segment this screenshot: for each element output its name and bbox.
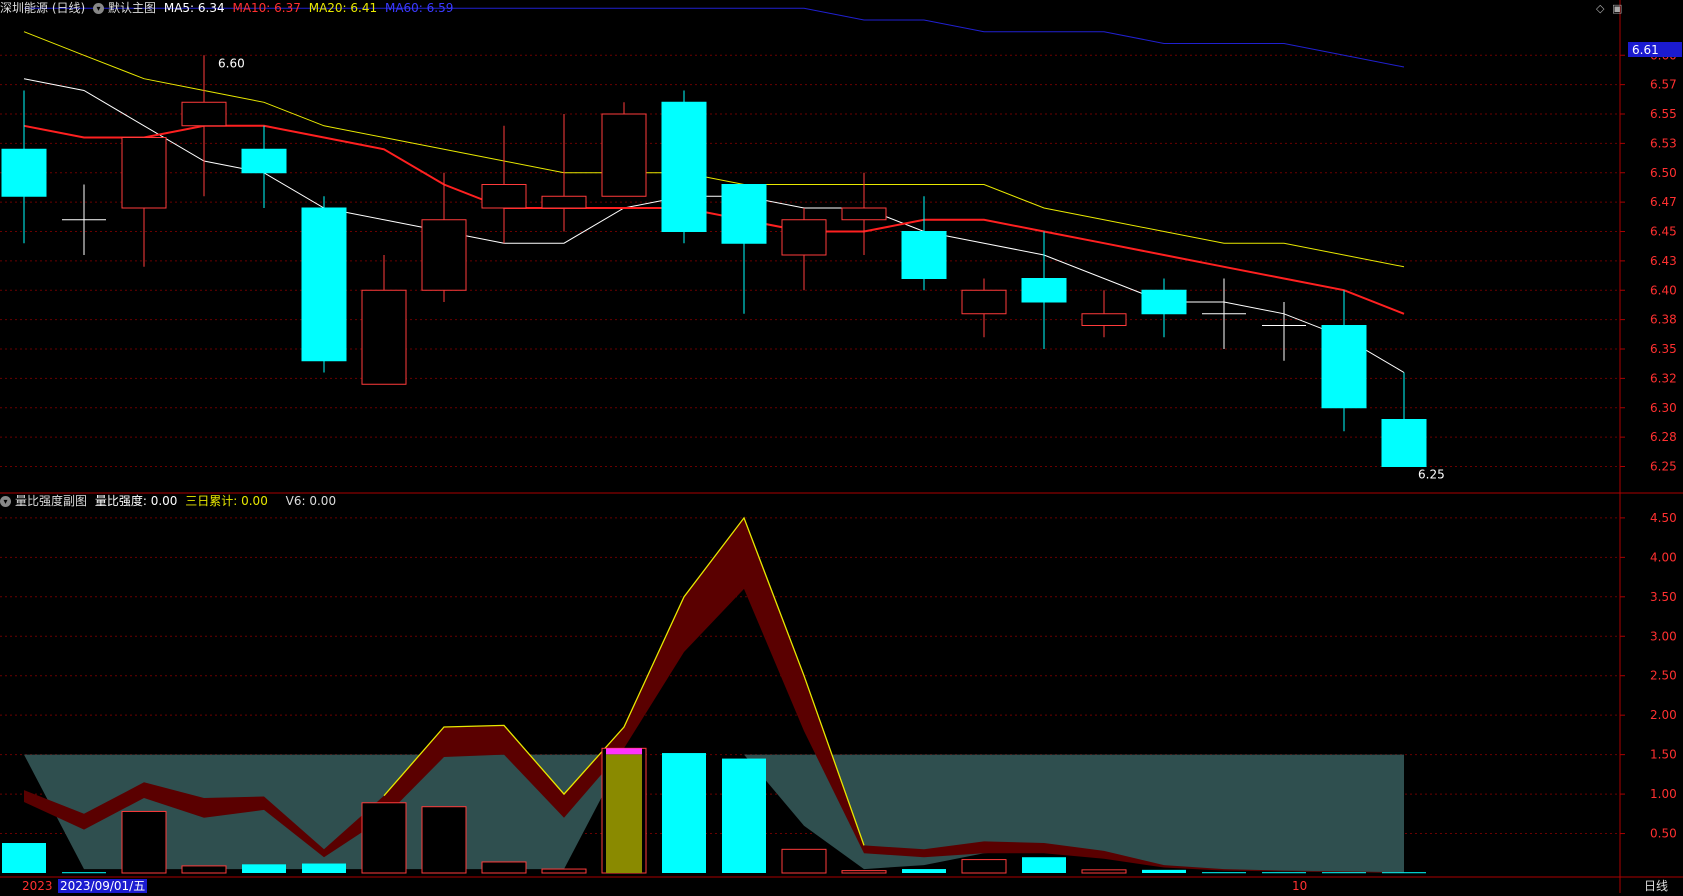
year-label: 2023 [22, 879, 53, 893]
window-icon[interactable]: ▣ [1612, 2, 1622, 15]
ma-line-ma5 [23, 78, 1405, 373]
v6-label: V6: 0.00 [285, 494, 337, 508]
candle-body [1021, 278, 1067, 303]
main-y-tick-label: 6.28 [1650, 430, 1677, 444]
sub-y-tick-label: 1.00 [1650, 787, 1677, 801]
candle-body [841, 207, 887, 221]
volume-bar [1022, 857, 1066, 873]
candle-body [241, 148, 287, 174]
volume-bar [1081, 869, 1127, 874]
main-y-tick-label: 6.35 [1650, 342, 1677, 356]
volume-bar [841, 870, 887, 874]
candle-body [961, 289, 1007, 315]
sub-y-tick-label: 2.50 [1650, 669, 1677, 683]
strength-label: 量比强度: 0.00 [94, 494, 178, 508]
bottom-time-axis: 2023 2023/09/01/五 10 日线 [0, 879, 1683, 893]
diamond-icon[interactable]: ◇ [1596, 2, 1604, 15]
candle-body [1081, 313, 1127, 326]
main-y-tick-label: 6.40 [1650, 283, 1677, 297]
sub-y-tick-label: 1.50 [1650, 748, 1677, 762]
volume-bar [361, 802, 407, 874]
chevron-down-icon[interactable]: ▾ [0, 496, 11, 507]
volume-bar [1202, 872, 1246, 874]
three-day-label: 三日累计: 0.00 [185, 494, 268, 508]
month-label: 10 [1292, 879, 1308, 893]
chart-svg: 6.60 6.57 6.55 6.53 6.50 6.47 6.45 6.43 6.40 6.38… [0, 0, 1683, 893]
chart-stage: 6.60 6.57 6.55 6.53 6.50 6.47 6.45 6.43 6.40 6.38… [0, 0, 1683, 893]
volume-bar [1382, 872, 1426, 874]
candle-body [481, 184, 527, 209]
volume-bar [181, 865, 227, 874]
main-y-tick-label: 6.57 [1650, 78, 1677, 92]
main-y-tick-label: 6.50 [1650, 166, 1677, 180]
volume-bar [1322, 872, 1366, 874]
main-y-tick-label: 6.30 [1650, 401, 1677, 415]
candle-body [1321, 325, 1367, 409]
volume-bar [781, 848, 827, 874]
volume-bar [541, 868, 587, 874]
volume-bar [722, 758, 766, 873]
sub-y-tick-label: 4.00 [1650, 550, 1677, 564]
candle-body [901, 231, 947, 279]
main-y-tick-label: 6.38 [1650, 313, 1677, 327]
candle-body [781, 219, 827, 256]
volume-bar [121, 810, 167, 874]
price-annotation: 6.60 [218, 56, 245, 70]
volume-bar [421, 806, 467, 874]
ma20-label: MA20: 6.41 [308, 1, 378, 15]
price-annotation: 6.25 [1418, 468, 1445, 482]
volume-bar [902, 869, 946, 873]
candle-body [121, 137, 167, 209]
volume-bar [302, 863, 346, 873]
period-label[interactable]: 日线 [1644, 879, 1668, 893]
volume-bar-inner [606, 754, 642, 873]
candle-body [1141, 289, 1187, 315]
candle-body [1, 148, 47, 197]
candle-body [721, 184, 767, 244]
candle-body [1381, 419, 1427, 467]
candle-body [661, 101, 707, 232]
volume-bar [62, 872, 106, 874]
ma5-label: MA5: 6.34 [163, 1, 225, 15]
volume-bar [961, 859, 1007, 874]
volume-bar [2, 843, 46, 873]
candle-body [421, 219, 467, 291]
sub-chart-title[interactable]: 量比强度副图 [15, 494, 87, 508]
candle-body [301, 207, 347, 362]
chevron-down-icon[interactable]: ▾ [93, 3, 105, 14]
stock-title: 深圳能源 (日线) [0, 1, 86, 15]
sub-y-tick-label: 3.50 [1650, 590, 1677, 604]
date-label: 2023/09/01/五 [58, 879, 148, 893]
ma60-label: MA60: 6.59 [384, 1, 454, 15]
candle-body [181, 101, 227, 127]
candle-body [361, 289, 407, 385]
volume-bar [1262, 872, 1306, 874]
sub-y-tick-label: 3.00 [1650, 629, 1677, 643]
candle-body [601, 113, 647, 197]
volume-bar [662, 753, 706, 873]
ma-line-ma10 [23, 124, 1405, 315]
sub-y-tick-label: 4.50 [1650, 511, 1677, 525]
volume-bar [1142, 869, 1186, 873]
volume-bar [242, 864, 286, 873]
sub-y-tick-label: 2.00 [1650, 708, 1677, 722]
volume-bar-cap [606, 748, 642, 755]
volume-bar [481, 861, 527, 874]
main-y-tick-label: 6.25 [1650, 460, 1677, 474]
main-chart-header: 深圳能源 (日线) ▾ 默认主图 MA5: 6.34 MA10: 6.37 MA2… [0, 0, 457, 16]
main-chart-name[interactable]: 默认主图 [108, 1, 156, 15]
sub-y-tick-label: 0.50 [1650, 827, 1677, 841]
main-y-tick-label: 6.43 [1650, 254, 1677, 268]
main-y-tick-label: 6.55 [1650, 107, 1677, 121]
current-price-tag: 6.61 [1632, 43, 1659, 57]
candle-body [541, 195, 587, 209]
main-y-tick-label: 6.45 [1650, 225, 1677, 239]
ma10-label: MA10: 6.37 [232, 1, 301, 15]
main-y-tick-label: 6.53 [1650, 136, 1677, 150]
main-y-tick-label: 6.32 [1650, 371, 1677, 385]
sub-chart-header: ▾ 量比强度副图 量比强度: 0.00 三日累计: 0.00 V6: 0.00 [0, 493, 340, 509]
main-y-tick-label: 6.47 [1650, 195, 1677, 209]
